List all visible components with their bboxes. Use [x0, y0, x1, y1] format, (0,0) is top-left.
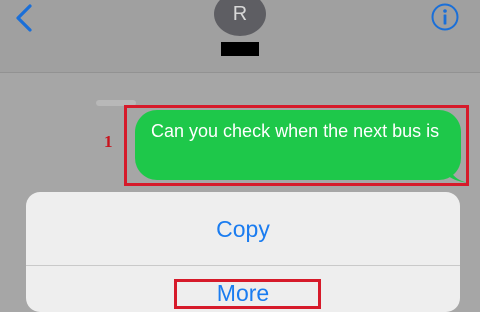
back-button[interactable]	[12, 2, 38, 34]
chevron-left-icon	[16, 4, 32, 32]
more-highlight-box	[174, 279, 321, 309]
conversation-header: R	[0, 0, 480, 73]
copy-button[interactable]: Copy	[26, 192, 460, 266]
info-icon	[431, 3, 459, 31]
message-highlight-box	[124, 105, 469, 186]
step-number-label: 1	[104, 132, 113, 151]
contact-avatar[interactable]: R	[214, 0, 266, 36]
messages-screen: R 1 Can you check when the next bus is C…	[0, 0, 480, 312]
info-button[interactable]	[430, 2, 460, 32]
contact-name-redacted	[221, 42, 259, 56]
